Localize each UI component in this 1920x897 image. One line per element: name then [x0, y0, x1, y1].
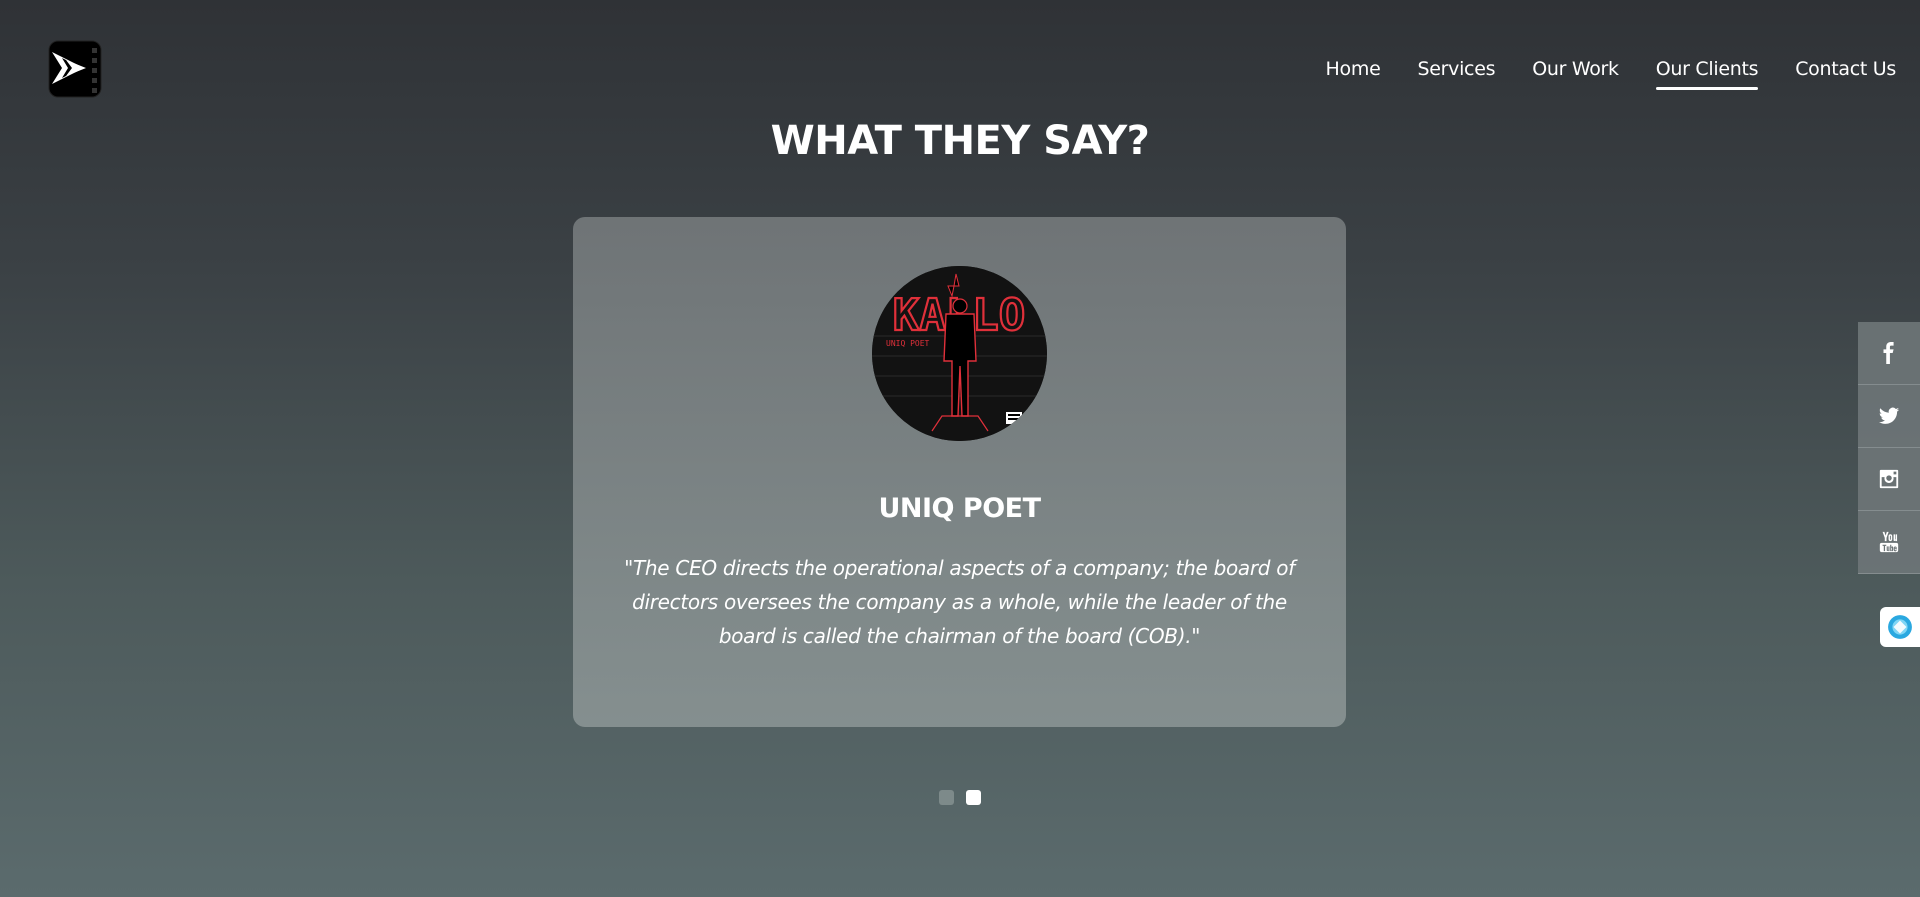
nav-services[interactable]: Services	[1417, 58, 1495, 88]
twitter-icon	[1878, 407, 1900, 424]
facebook-link[interactable]	[1858, 322, 1920, 385]
chat-widget-icon	[1888, 615, 1912, 639]
nav-contact-us[interactable]: Contact Us	[1795, 58, 1896, 88]
chat-widget-button[interactable]	[1880, 607, 1920, 647]
carousel-dot-2[interactable]	[966, 790, 981, 805]
social-sidebar	[1858, 322, 1920, 574]
client-name: UNIQ POET	[878, 493, 1041, 524]
site-logo[interactable]	[48, 40, 102, 106]
nav-home[interactable]: Home	[1326, 58, 1381, 88]
testimonial-card: KALLO UNIQ POET UNIQ POET "The CEO direc…	[573, 217, 1346, 727]
testimonial-quote: "The CEO directs the operational aspects…	[624, 556, 1295, 648]
nav-our-work[interactable]: Our Work	[1532, 58, 1619, 88]
client-avatar: KALLO UNIQ POET	[872, 266, 1047, 441]
section-title: WHAT THEY SAY?	[770, 118, 1150, 164]
main-nav: Home Services Our Work Our Clients Conta…	[1326, 58, 1896, 90]
facebook-icon	[1883, 342, 1894, 364]
svg-text:UNIQ POET: UNIQ POET	[886, 339, 930, 348]
youtube-link[interactable]	[1858, 511, 1920, 574]
instagram-link[interactable]	[1858, 448, 1920, 511]
carousel-dots	[939, 790, 981, 805]
instagram-icon	[1879, 469, 1899, 489]
nav-our-clients[interactable]: Our Clients	[1655, 58, 1759, 90]
twitter-link[interactable]	[1858, 385, 1920, 448]
carousel-dot-1[interactable]	[939, 790, 954, 805]
youtube-icon	[1879, 531, 1899, 553]
